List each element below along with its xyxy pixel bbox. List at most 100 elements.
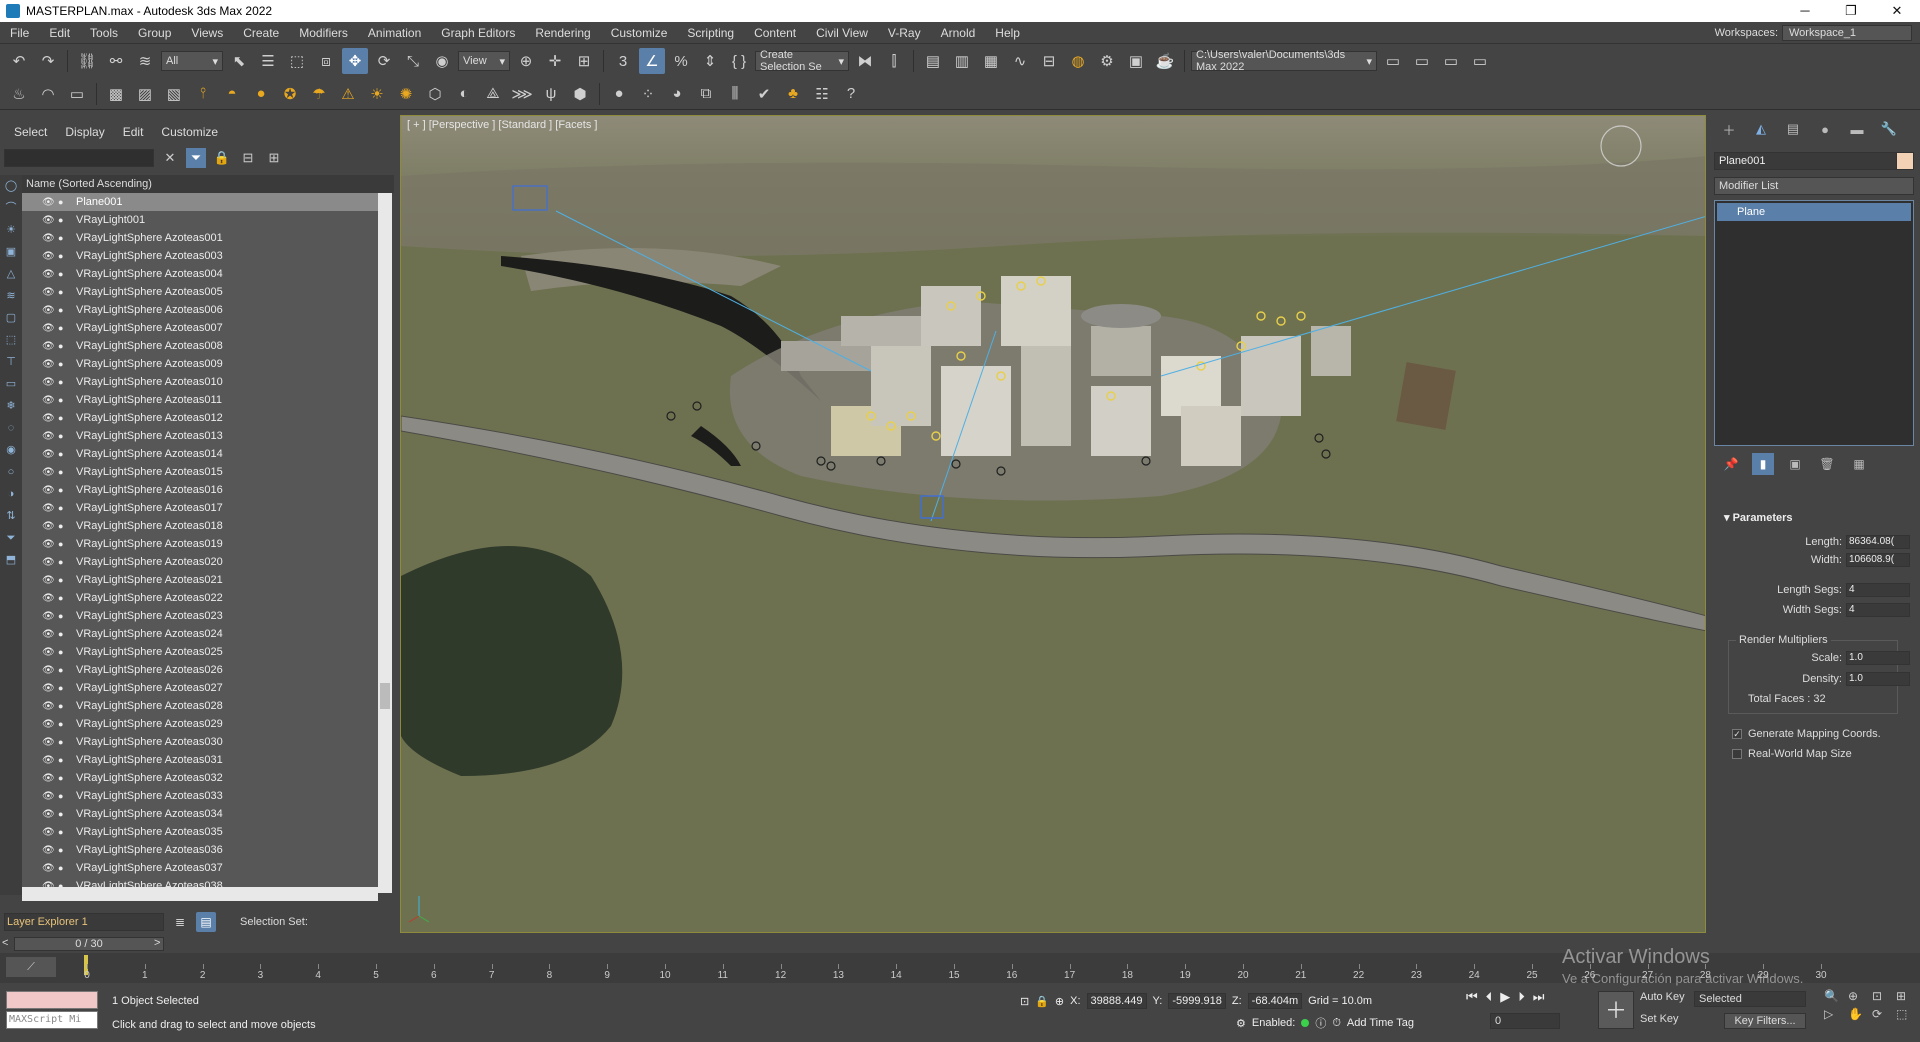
object-name-field[interactable]: Plane001 [1714,152,1900,170]
project-open-icon[interactable]: ▭ [1409,48,1435,74]
arnold-check-icon[interactable]: ✔ [751,81,777,107]
info-icon[interactable]: ⓘ [1315,1015,1326,1031]
pin-stack-icon[interactable]: 📌 [1720,453,1742,475]
arnold-renderview-icon[interactable]: ⫼ [722,81,748,107]
align-icon[interactable]: ⫿ [881,48,907,74]
list-item[interactable]: 👁 ● VRayLightSphere Azoteas008 [22,337,378,355]
renderable-icon[interactable]: ● [58,377,72,387]
list-item[interactable]: 👁 ● VRayLightSphere Azoteas021 [22,571,378,589]
renderable-icon[interactable]: ● [58,431,72,441]
renderable-icon[interactable]: ● [58,593,72,603]
menu-rendering[interactable]: Rendering [525,22,600,44]
layer-explorer-dropdown[interactable]: Layer Explorer 1 [4,913,164,931]
vray-mesh-light-icon[interactable]: ✪ [277,81,303,107]
vray-decal-icon[interactable]: ⬢ [567,81,593,107]
menu-arnold[interactable]: Arnold [931,22,986,44]
visibility-eye-icon[interactable]: 👁 [42,269,58,280]
selection-lock-icon[interactable]: 🔒 [1035,995,1049,1008]
render-frame-icon[interactable]: ▣ [1123,48,1149,74]
width-spinner[interactable]: 106608.9( [1846,553,1910,567]
link-icon[interactable]: ⛓ [74,48,100,74]
keyboard-shortcut-icon[interactable]: ⊞ [571,48,597,74]
density-spinner[interactable]: 1.0 [1846,672,1910,686]
visibility-eye-icon[interactable]: 👁 [42,413,58,424]
vray-ies-light-icon[interactable]: ☂ [306,81,332,107]
renderable-icon[interactable]: ● [58,251,72,261]
visibility-eye-icon[interactable]: 👁 [42,323,58,334]
renderable-icon[interactable]: ● [58,215,72,225]
renderable-icon[interactable]: ● [58,701,72,711]
shape-filter-icon[interactable]: ⌒ [0,197,22,219]
frozen-filter-icon[interactable]: ❄ [0,395,22,417]
menu-customize[interactable]: Customize [601,22,678,44]
arnold-tree-icon[interactable]: ♣ [780,81,806,107]
display-none-icon[interactable]: ○ [0,461,22,483]
list-item[interactable]: 👁 ● VRayLightSphere Azoteas036 [22,841,378,859]
menu-animation[interactable]: Animation [358,22,431,44]
list-item[interactable]: 👁 ● VRayLightSphere Azoteas005 [22,283,378,301]
minimize-button[interactable]: ─ [1782,0,1828,22]
visibility-eye-icon[interactable]: 👁 [42,359,58,370]
renderable-icon[interactable]: ● [58,305,72,315]
renderable-icon[interactable]: ● [58,629,72,639]
menu-edit[interactable]: Edit [39,22,80,44]
window-crossing-icon[interactable]: ⧈ [313,48,339,74]
vray-ambient-light-icon[interactable]: ⚠ [335,81,361,107]
go-to-end-icon[interactable]: ⏭ [1533,989,1545,1005]
reference-coord-dropdown[interactable]: View ▾ [458,51,510,71]
ribbon-toggle-icon[interactable]: ▦ [978,48,1004,74]
renderable-icon[interactable]: ● [58,359,72,369]
visibility-eye-icon[interactable]: 👁 [42,665,58,676]
explorer-menu-edit[interactable]: Edit [123,125,144,139]
list-item[interactable]: 👁 ● VRayLightSphere Azoteas013 [22,427,378,445]
list-item[interactable]: 👁 ● VRayLightSphere Azoteas006 [22,301,378,319]
unlink-icon[interactable]: ⚯ [103,48,129,74]
absolute-mode-icon[interactable]: ⊕ [1055,995,1064,1008]
list-item[interactable]: 👁 ● VRayLightSphere Azoteas020 [22,553,378,571]
stack-item-plane[interactable]: Plane [1717,203,1911,221]
redo-icon[interactable]: ↷ [35,48,61,74]
visibility-eye-icon[interactable]: 👁 [42,719,58,730]
renderable-icon[interactable]: ● [58,863,72,873]
renderable-icon[interactable]: ● [58,503,72,513]
visibility-eye-icon[interactable]: 👁 [42,809,58,820]
list-item[interactable]: 👁 ● VRayLightSphere Azoteas016 [22,481,378,499]
vray-dome-light-icon[interactable]: ◓ [219,81,245,107]
list-item[interactable]: 👁 ● VRayLight001 [22,211,378,229]
hidden-filter-icon[interactable]: ◌ [0,417,22,439]
renderable-icon[interactable]: ● [58,557,72,567]
renderable-icon[interactable]: ● [58,665,72,675]
project-close-icon[interactable]: ▭ [1467,48,1493,74]
pivot-center-icon[interactable]: ⊕ [513,48,539,74]
vray-proxy-object-icon[interactable]: ⬡ [422,81,448,107]
explorer-menu-display[interactable]: Display [65,125,104,139]
menu-civil-view[interactable]: Civil View [806,22,878,44]
layer-explorer-icon[interactable]: ▥ [949,48,975,74]
visibility-eye-icon[interactable]: 👁 [42,485,58,496]
list-item[interactable]: 👁 ● VRayLightSphere Azoteas033 [22,787,378,805]
length-spinner[interactable]: 86364.08( [1846,535,1910,549]
visibility-eye-icon[interactable]: 👁 [42,629,58,640]
renderable-icon[interactable]: ● [58,341,72,351]
add-time-tag-button[interactable]: Add Time Tag [1347,1017,1414,1029]
visibility-eye-icon[interactable]: 👁 [42,701,58,712]
renderable-icon[interactable]: ● [58,575,72,585]
visibility-eye-icon[interactable]: 👁 [42,827,58,838]
list-item[interactable]: 👁 ● VRayLightSphere Azoteas019 [22,535,378,553]
configure-sets-icon[interactable]: ▦ [1848,453,1870,475]
renderable-icon[interactable]: ● [58,791,72,801]
visibility-eye-icon[interactable]: 👁 [42,647,58,658]
render-production-icon[interactable]: ☕ [1152,48,1178,74]
angle-snap-icon[interactable]: ∠ [639,48,665,74]
time-tag-icon[interactable]: ⏱ [1332,1017,1341,1030]
place-icon[interactable]: ◉ [429,48,455,74]
menu-content[interactable]: Content [744,22,806,44]
filter-icon[interactable]: ⏷ [186,148,206,168]
renderable-icon[interactable]: ● [58,809,72,819]
menu-graph-editors[interactable]: Graph Editors [431,22,525,44]
renderable-icon[interactable]: ● [58,755,72,765]
arnold-material-icon[interactable]: ● [606,81,632,107]
visibility-eye-icon[interactable]: 👁 [42,431,58,442]
list-item[interactable]: 👁 ● VRayLightSphere Azoteas012 [22,409,378,427]
motion-tab-icon[interactable]: ● [1814,122,1836,137]
